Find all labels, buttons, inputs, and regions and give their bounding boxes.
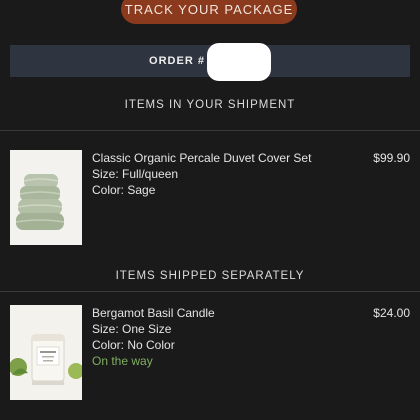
section-divider bbox=[0, 291, 420, 292]
candle-product-image[interactable] bbox=[10, 305, 82, 400]
order-label: ORDER # bbox=[149, 55, 205, 67]
track-package-button[interactable]: TRACK YOUR PACKAGE bbox=[121, 0, 297, 24]
item-name[interactable]: Classic Organic Percale Duvet Cover Set bbox=[92, 150, 311, 166]
separate-section-title: ITEMS SHIPPED SEPARATELY bbox=[115, 270, 305, 282]
redacted-order-number bbox=[206, 43, 271, 81]
item-color: Color: Sage bbox=[92, 183, 156, 197]
shipping-status: On the way bbox=[92, 354, 153, 368]
candle-item-details: Bergamot Basil Candle Size: One Size Col… bbox=[92, 305, 215, 369]
section-divider bbox=[0, 130, 420, 131]
item-size: Size: Full/queen bbox=[92, 167, 179, 181]
duvet-product-image[interactable] bbox=[10, 150, 82, 245]
shipment-section-title: ITEMS IN YOUR SHIPMENT bbox=[124, 99, 296, 111]
item-size: Size: One Size bbox=[92, 322, 172, 336]
item-color: Color: No Color bbox=[92, 338, 175, 352]
duvet-item-details: Classic Organic Percale Duvet Cover Set … bbox=[92, 150, 311, 198]
item-name[interactable]: Bergamot Basil Candle bbox=[92, 305, 215, 321]
item-price: $99.90 bbox=[373, 151, 410, 165]
item-price: $24.00 bbox=[373, 306, 410, 320]
order-number-bar: ORDER # bbox=[10, 43, 410, 81]
